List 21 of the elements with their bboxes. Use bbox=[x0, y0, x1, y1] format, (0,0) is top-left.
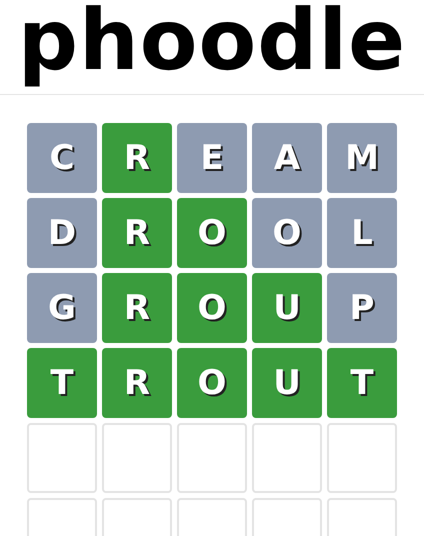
logo-wordmark: phoodle bbox=[18, 0, 406, 91]
letter-tile: O bbox=[177, 348, 247, 418]
letter-tile: G bbox=[27, 273, 97, 343]
letter-tile: U bbox=[252, 273, 322, 343]
letter-tile: T bbox=[27, 348, 97, 418]
letter-tile: O bbox=[177, 198, 247, 268]
letter-tile: U bbox=[252, 348, 322, 418]
letter-tile: R bbox=[102, 348, 172, 418]
letter-tile: T bbox=[327, 348, 397, 418]
letter-tile: L bbox=[327, 198, 397, 268]
letter-tile: A bbox=[252, 123, 322, 193]
letter-tile: O bbox=[177, 273, 247, 343]
letter-tile: C bbox=[27, 123, 97, 193]
letter-tile: O bbox=[252, 198, 322, 268]
letter-tile: R bbox=[102, 198, 172, 268]
letter-tile: R bbox=[102, 123, 172, 193]
letter-tile: R bbox=[102, 273, 172, 343]
letter-tile: M bbox=[327, 123, 397, 193]
letter-tile: E bbox=[177, 123, 247, 193]
letter-tile: P bbox=[327, 273, 397, 343]
letter-tile: D bbox=[27, 198, 97, 268]
